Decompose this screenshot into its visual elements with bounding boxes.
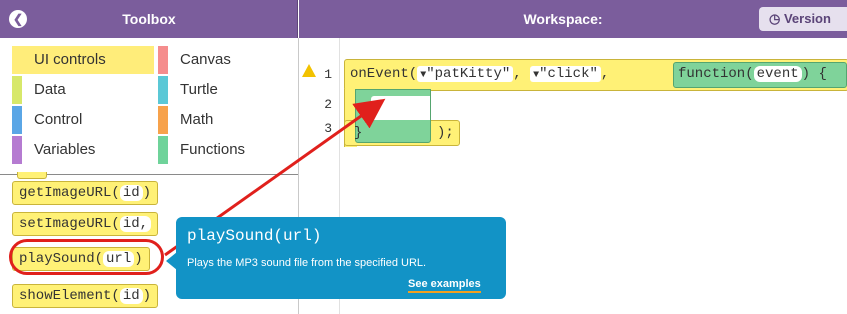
tooltip: playSound(url) Plays the MP3 sound file …: [176, 217, 506, 299]
tooltip-signature: playSound(url): [187, 227, 322, 245]
see-examples-link[interactable]: See examples: [408, 278, 481, 293]
app-frame: ❮ Toolbox Workspace: ◷ Version UI contro…: [0, 0, 847, 314]
tooltip-description: Plays the MP3 sound file from the specif…: [187, 257, 427, 269]
